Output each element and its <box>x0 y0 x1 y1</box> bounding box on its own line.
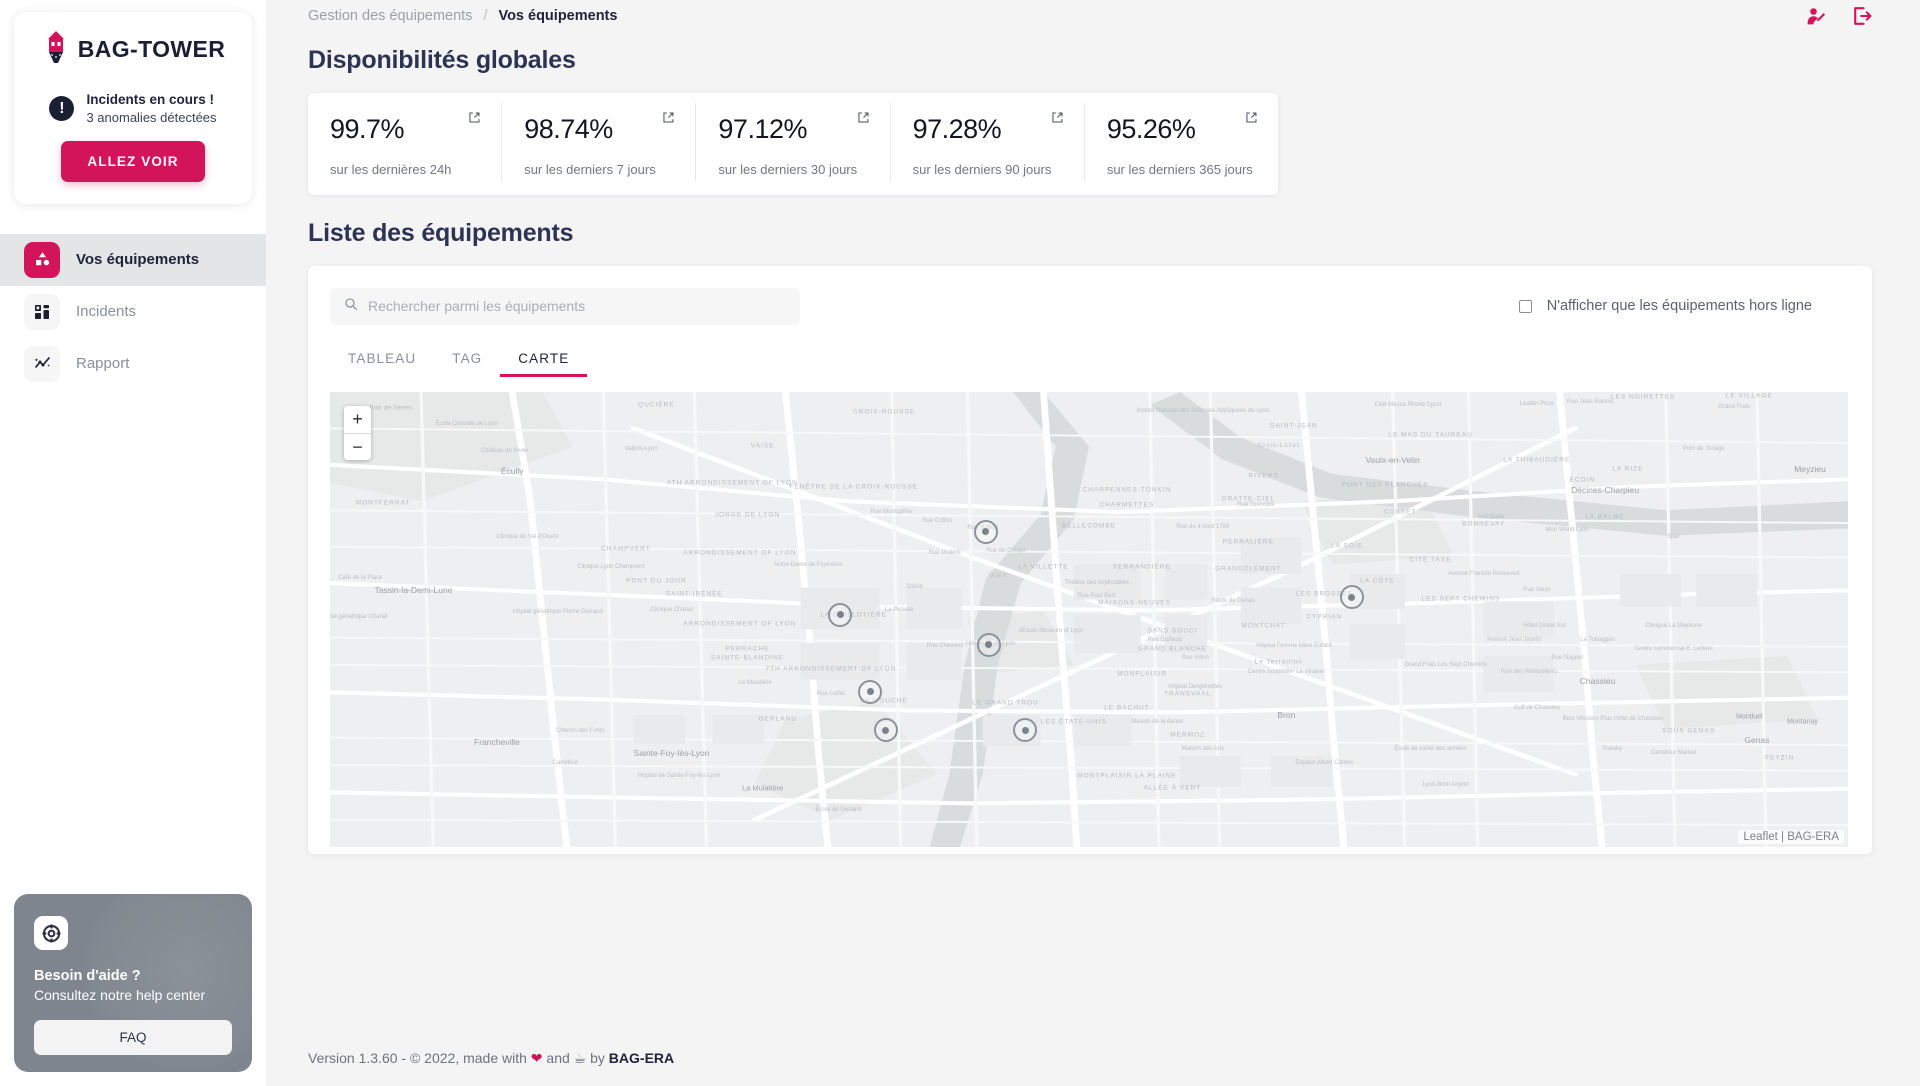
external-link-icon[interactable] <box>662 111 675 129</box>
map-zoom-in-button[interactable]: + <box>344 406 371 433</box>
footer-and: and <box>546 1050 569 1066</box>
external-link-icon[interactable] <box>1245 111 1258 129</box>
sidebar-item-rapport[interactable]: Rapport <box>0 338 266 390</box>
app-root: BAG-TOWER ! Incidents en cours ! 3 anoma… <box>0 0 1920 1086</box>
footer: Version 1.3.60 - © 2022, made with ❤ and… <box>266 1030 1920 1086</box>
stat-card: 98.74% sur les derniers 7 jours <box>502 103 696 181</box>
allez-voir-button[interactable]: ALLEZ VOIR <box>61 141 204 182</box>
equipment-map[interactable]: + − Bois de SerresQUCIÈRECROIX-ROUSSEIns… <box>330 392 1848 847</box>
main-content: Gestion des équipements / Vos équipement… <box>266 0 1920 1086</box>
search-box[interactable] <box>330 288 800 325</box>
offline-filter-label: N'afficher que les équipements hors lign… <box>1547 298 1812 314</box>
equipment-marker[interactable] <box>828 603 852 627</box>
marker-dot <box>1022 727 1029 734</box>
marker-dot <box>882 727 889 734</box>
marker-dot <box>837 611 844 618</box>
user-edit-icon[interactable] <box>1806 6 1826 26</box>
sidebar-item-label: Incidents <box>76 303 136 320</box>
incident-subtitle: 3 anomalies détectées <box>86 109 216 127</box>
stat-card: 99.7% sur les dernières 24h <box>308 103 502 181</box>
map-tiles <box>330 392 1848 847</box>
stat-value: 97.12% <box>718 115 867 145</box>
offline-filter[interactable]: N'afficher que les équipements hors lign… <box>1519 298 1848 314</box>
equipment-marker[interactable] <box>874 718 898 742</box>
sidebar-item-vos-equipements[interactable]: Vos équipements <box>0 234 266 286</box>
logout-icon[interactable] <box>1852 6 1872 26</box>
equipment-marker[interactable] <box>977 633 1001 657</box>
coffee-icon: ☕ <box>574 1050 587 1067</box>
stat-value: 95.26% <box>1107 115 1256 145</box>
brand: BAG-TOWER <box>28 30 238 69</box>
search-input[interactable] <box>368 298 786 314</box>
equipment-marker[interactable] <box>858 680 882 704</box>
brand-incident-card: BAG-TOWER ! Incidents en cours ! 3 anoma… <box>14 12 252 204</box>
panel-toolbar: N'afficher que les équipements hors lign… <box>330 288 1848 325</box>
help-subtitle: Consultez notre help center <box>34 986 232 1006</box>
footer-company[interactable]: BAG-ERA <box>609 1050 674 1066</box>
marker-dot <box>1348 594 1355 601</box>
sidebar: BAG-TOWER ! Incidents en cours ! 3 anoma… <box>0 0 266 1086</box>
breadcrumb-parent[interactable]: Gestion des équipements <box>308 8 472 24</box>
topbar: Gestion des équipements / Vos équipement… <box>266 0 1920 32</box>
availability-stats-card: 99.7% sur les dernières 24h 98.74% sur l… <box>308 93 1278 195</box>
page-title-equipment-list: Liste des équipements <box>308 219 1872 248</box>
footer-version-text: Version 1.3.60 - © 2022, made with <box>308 1050 527 1066</box>
exclamation-icon: ! <box>49 96 74 121</box>
lifebuoy-icon <box>34 916 68 950</box>
brand-name: BAG-TOWER <box>78 36 226 63</box>
equipment-panel: N'afficher que les équipements hors lign… <box>308 266 1872 854</box>
stat-card: 97.12% sur les derniers 30 jours <box>696 103 890 181</box>
chart-line-icon <box>24 346 60 382</box>
faq-button[interactable]: FAQ <box>34 1020 232 1055</box>
stat-value: 97.28% <box>913 115 1062 145</box>
breadcrumb-separator: / <box>483 8 487 24</box>
stat-value: 98.74% <box>524 115 673 145</box>
stat-label: sur les dernières 24h <box>330 162 479 177</box>
equipment-marker[interactable] <box>1340 585 1364 609</box>
page-content: Disponibilités globales 99.7% sur les de… <box>266 32 1920 1030</box>
sidebar-nav: Vos équipements Incidents <box>0 234 266 390</box>
stat-label: sur les derniers 7 jours <box>524 162 673 177</box>
map-zoom-controls: + − <box>344 406 371 460</box>
map-attribution[interactable]: Leaflet | BAG-ERA <box>1738 830 1844 844</box>
sidebar-spacer <box>0 390 266 894</box>
offline-filter-checkbox[interactable] <box>1519 300 1532 313</box>
help-title: Besoin d'aide ? <box>34 968 232 984</box>
external-link-icon[interactable] <box>468 111 481 129</box>
page-title-availability: Disponibilités globales <box>308 46 1872 75</box>
sidebar-item-label: Vos équipements <box>76 251 199 268</box>
sidebar-item-incidents[interactable]: Incidents <box>0 286 266 338</box>
tower-logo-icon <box>41 30 71 69</box>
stat-card: 97.28% sur les derniers 90 jours <box>891 103 1085 181</box>
map-zoom-out-button[interactable]: − <box>344 433 371 460</box>
breadcrumb-current: Vos équipements <box>498 8 617 24</box>
breadcrumb: Gestion des équipements / Vos équipement… <box>308 8 617 24</box>
sidebar-item-label: Rapport <box>76 355 129 372</box>
tab-tableau[interactable]: TABLEAU <box>330 351 434 377</box>
tab-tag[interactable]: TAG <box>434 351 500 377</box>
stat-label: sur les derniers 30 jours <box>718 162 867 177</box>
external-link-icon[interactable] <box>857 111 870 129</box>
stat-label: sur les derniers 365 jours <box>1107 162 1256 177</box>
heart-icon: ❤ <box>531 1050 543 1067</box>
footer-by: by <box>590 1050 605 1066</box>
external-link-icon[interactable] <box>1051 111 1064 129</box>
grid-blocks-icon <box>24 294 60 330</box>
view-tabs: TABLEAU TAG CARTE <box>330 351 1848 378</box>
stat-card: 95.26% sur les derniers 365 jours <box>1085 103 1278 181</box>
equipment-marker[interactable] <box>1013 718 1037 742</box>
equipment-icon <box>24 242 60 278</box>
help-card: Besoin d'aide ? Consultez notre help cen… <box>14 894 252 1072</box>
search-icon <box>344 297 358 316</box>
incident-summary: ! Incidents en cours ! 3 anomalies détec… <box>28 91 238 127</box>
topbar-actions <box>1806 6 1872 26</box>
tab-carte[interactable]: CARTE <box>500 351 587 377</box>
incident-title: Incidents en cours ! <box>86 91 216 109</box>
equipment-marker[interactable] <box>974 520 998 544</box>
stat-value: 99.7% <box>330 115 479 145</box>
stat-label: sur les derniers 90 jours <box>913 162 1062 177</box>
